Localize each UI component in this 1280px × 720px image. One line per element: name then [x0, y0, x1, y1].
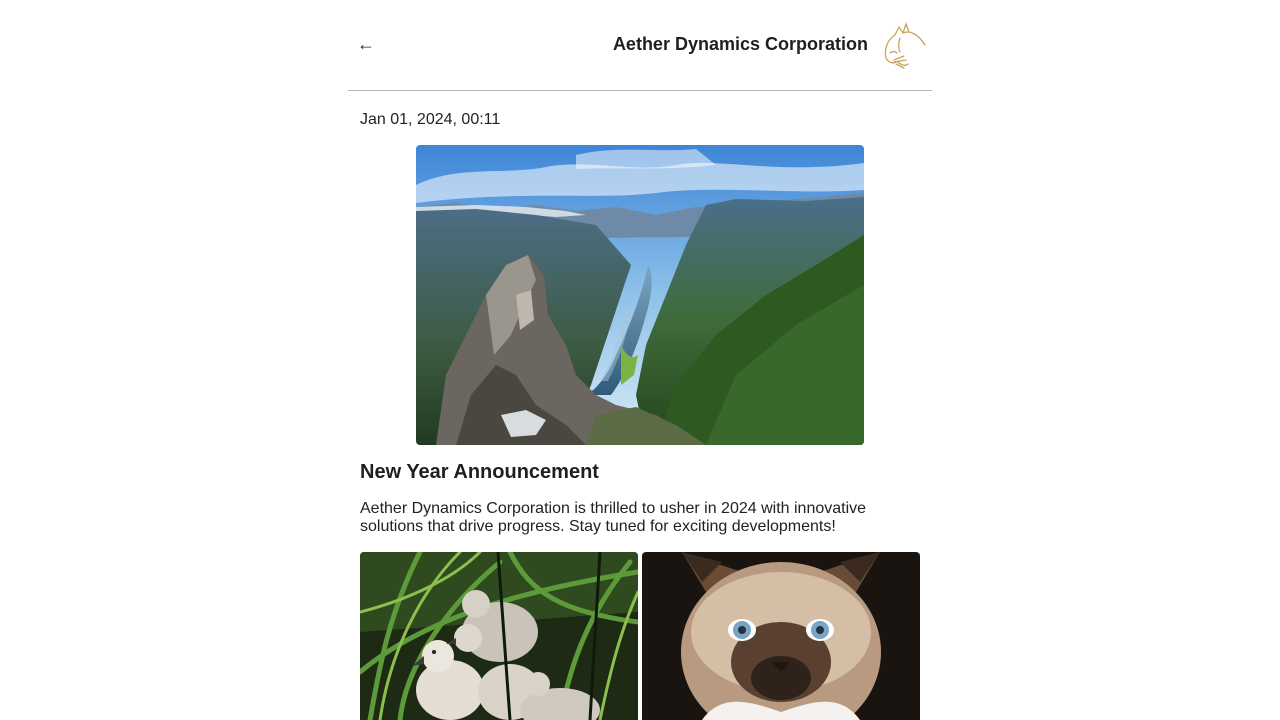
post-body: Aether Dynamics Corporation is thrilled … — [360, 500, 867, 535]
post-page: ← Aether Dynamics Corporation Jan 01, 20… — [348, 0, 932, 720]
cat-logo-icon — [878, 18, 930, 70]
left-arrow-icon: ← — [357, 34, 375, 54]
post-title: New Year Announcement — [360, 461, 599, 483]
fjord-landscape-photo — [416, 145, 864, 445]
back-button[interactable]: ← — [352, 30, 380, 58]
header-bar: ← Aether Dynamics Corporation — [348, 0, 932, 91]
post-timestamp: Jan 01, 2024, 00:11 — [360, 111, 501, 128]
siamese-kitten-photo[interactable] — [642, 552, 920, 720]
cygnets-in-grass-photo[interactable] — [360, 552, 638, 720]
company-name: Aether Dynamics Corporation — [612, 34, 868, 54]
